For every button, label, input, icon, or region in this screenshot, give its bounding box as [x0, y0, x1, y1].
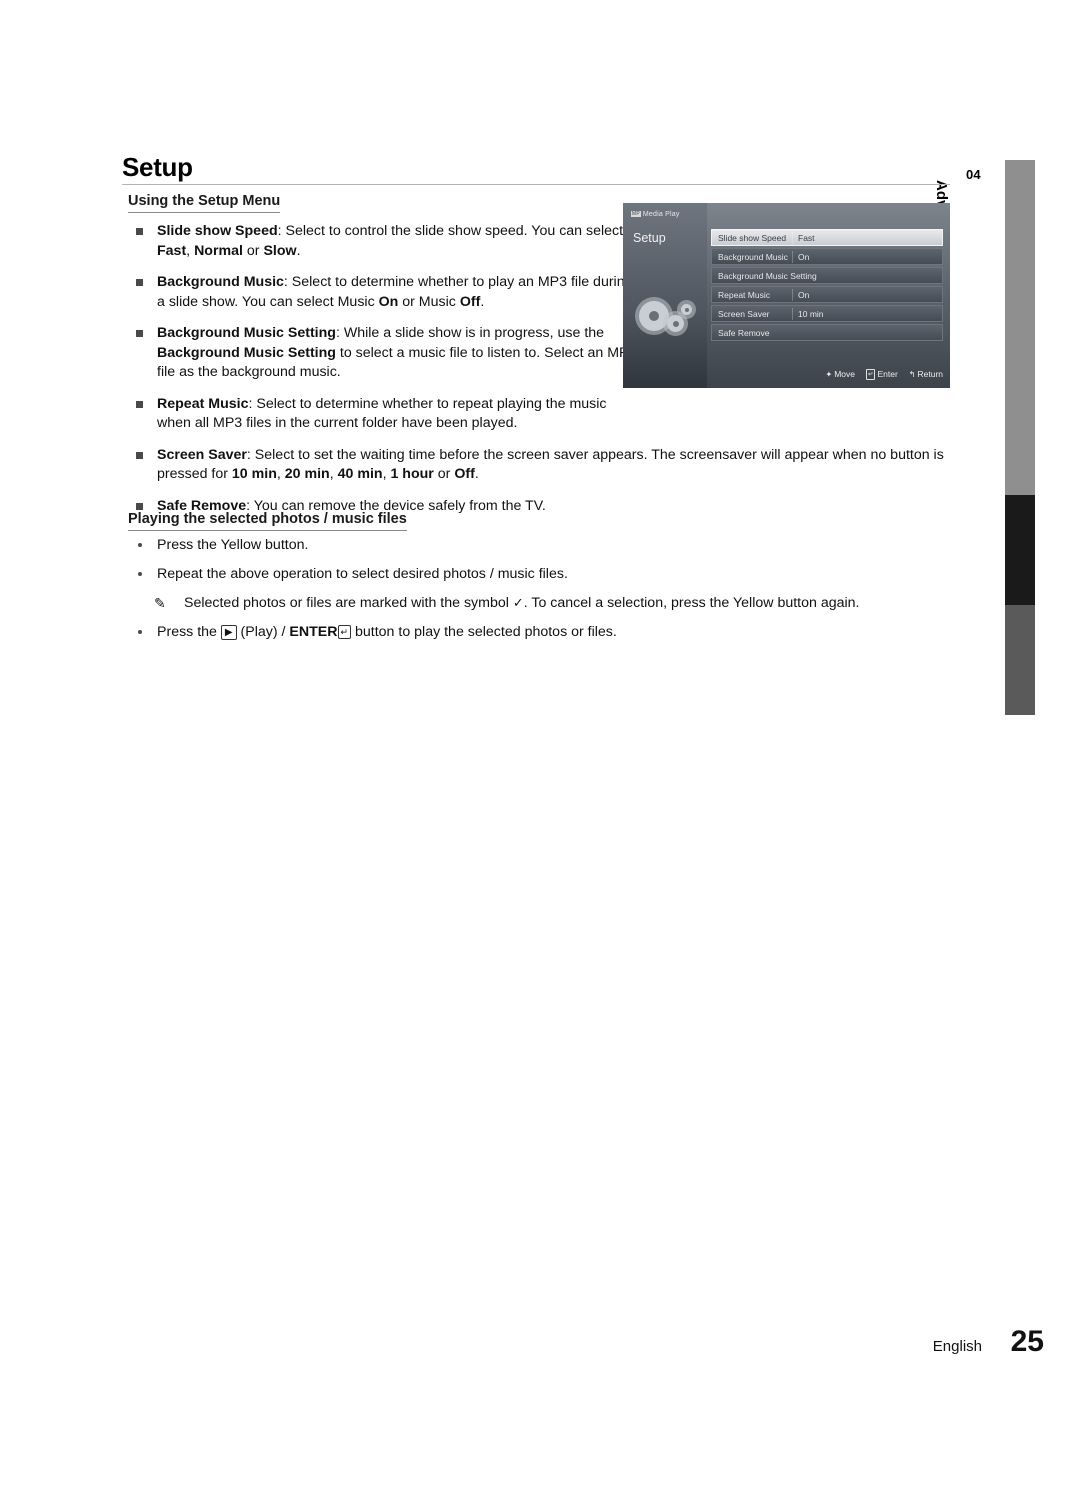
setup-option-term: Background Music Setting [157, 325, 336, 341]
setup-option-term: Background Music [157, 274, 284, 290]
setup-option-item: Safe Remove: You can remove the device s… [128, 497, 957, 517]
tv-menu-row[interactable]: Repeat Music On [711, 286, 943, 303]
tv-row-divider [792, 289, 793, 301]
tv-row-divider [792, 308, 793, 320]
tv-menu-row-label: Slide show Speed [718, 233, 787, 243]
chapter-tab-upper [1005, 160, 1035, 495]
bullet-dot-icon [138, 543, 142, 547]
bullet-square-icon [136, 228, 143, 235]
tv-footer-glyph-icon: ↵ [866, 369, 876, 380]
tv-menu-row[interactable]: Slide show Speed Fast [711, 229, 943, 246]
tv-menu-row-label: Background Music [718, 252, 788, 262]
footer-page-number: 25 [1010, 1325, 1044, 1358]
playing-step-text: Press the Yellow button. [157, 537, 309, 553]
bullet-dot-icon [138, 629, 142, 634]
tv-menu-row[interactable]: Background Music Setting [711, 267, 943, 284]
tv-menu-row-value: On [798, 252, 810, 262]
chapter-number: 04 [966, 167, 981, 182]
bullet-square-icon [136, 279, 143, 286]
tv-menu-row-value: 10 min [798, 309, 824, 319]
tv-menu-row-label: Screen Saver [718, 309, 770, 319]
tv-footer-glyph-icon: ✦ [825, 370, 833, 379]
title-divider [122, 184, 950, 185]
bullet-square-icon [136, 451, 143, 459]
tv-menu-row-value: Fast [798, 233, 815, 243]
tv-panel-title: Setup [633, 231, 666, 245]
tv-menu-row[interactable]: Safe Remove [711, 324, 943, 341]
tv-menu-row[interactable]: Screen Saver 10 min [711, 305, 943, 322]
tv-row-divider [792, 232, 793, 244]
playing-step-item: Press the ▶ (Play) / ENTER ↵ button to pl… [128, 623, 948, 643]
tv-footer-hint: ↰ Return [909, 369, 943, 379]
setup-option-term: Screen Saver [157, 446, 247, 463]
tv-menu-rows: Slide show Speed Fast Background Music On Ba… [711, 229, 943, 343]
playing-step-item: Press the Yellow button. [128, 536, 948, 556]
setup-option-item: Repeat Music: Select to determine whethe… [128, 395, 637, 434]
tv-menu-footer-hints: ✦ Move ↵ Enter ↰ Return [711, 369, 943, 380]
tv-menu-row-value: On [798, 290, 810, 300]
setup-option-item: Background Music: Select to determine wh… [128, 273, 637, 312]
setup-option-description: : You can remove the device safely from … [246, 497, 546, 514]
section-heading-setup-menu: Using the Setup Menu [128, 193, 281, 213]
tv-menu-row-label: Safe Remove [718, 328, 770, 338]
playing-step-item: Repeat the above operation to select des… [128, 565, 948, 585]
media-play-logo: MP Media Play [631, 211, 680, 218]
setup-option-item: Screen Saver: Select to set the waiting … [128, 446, 957, 485]
chapter-tab-current [1005, 495, 1035, 605]
tv-footer-hint-label: Move [834, 369, 855, 379]
bullet-square-icon [136, 400, 143, 408]
playing-step-text: Press the ▶ (Play) / ENTER ↵ button to pl… [157, 623, 617, 640]
playing-files-list: Press the Yellow button. Repeat the above… [128, 536, 948, 651]
tv-footer-hint-label: Return [917, 369, 943, 379]
setup-option-item: Slide show Speed: Select to control the … [128, 222, 637, 261]
tv-menu-row[interactable]: Background Music On [711, 248, 943, 265]
tv-footer-hint: ↵ Enter [866, 369, 898, 380]
tv-row-divider [792, 251, 793, 263]
tv-menu-row-label: Repeat Music [718, 290, 770, 300]
tv-menu-row-label: Background Music Setting [718, 271, 817, 281]
bullet-square-icon [136, 330, 143, 337]
setup-option-description: : Select to set the waiting time before … [157, 446, 944, 483]
tv-footer-glyph-icon: ↰ [908, 370, 916, 379]
setup-option-term: Slide show Speed [157, 223, 278, 239]
tv-footer-hint: ✦ Move [826, 369, 856, 379]
media-play-logo-text: Media Play [642, 211, 680, 218]
note-text: Selected photos or files are marked with… [184, 595, 860, 611]
chapter-tab-lower [1005, 605, 1035, 715]
gears-icon [637, 299, 697, 345]
playing-step-text: Repeat the above operation to select des… [157, 565, 568, 582]
tv-menu-screenshot: MP Media Play Setup Slide show Speed Fast B… [623, 203, 950, 388]
page-title: Setup [122, 152, 193, 182]
bullet-square-icon [136, 502, 143, 510]
pencil-icon: ✎ [154, 595, 166, 611]
note-item: ✎ Selected photos or files are marked wit… [128, 593, 948, 614]
tv-footer-hint-label: Enter [877, 369, 898, 379]
setup-option-item: Background Music Setting: While a slide … [128, 324, 637, 383]
setup-option-term: Safe Remove [157, 497, 247, 514]
bullet-dot-icon [138, 571, 142, 576]
footer-language: English [932, 1338, 982, 1355]
setup-option-term: Repeat Music [157, 395, 249, 412]
